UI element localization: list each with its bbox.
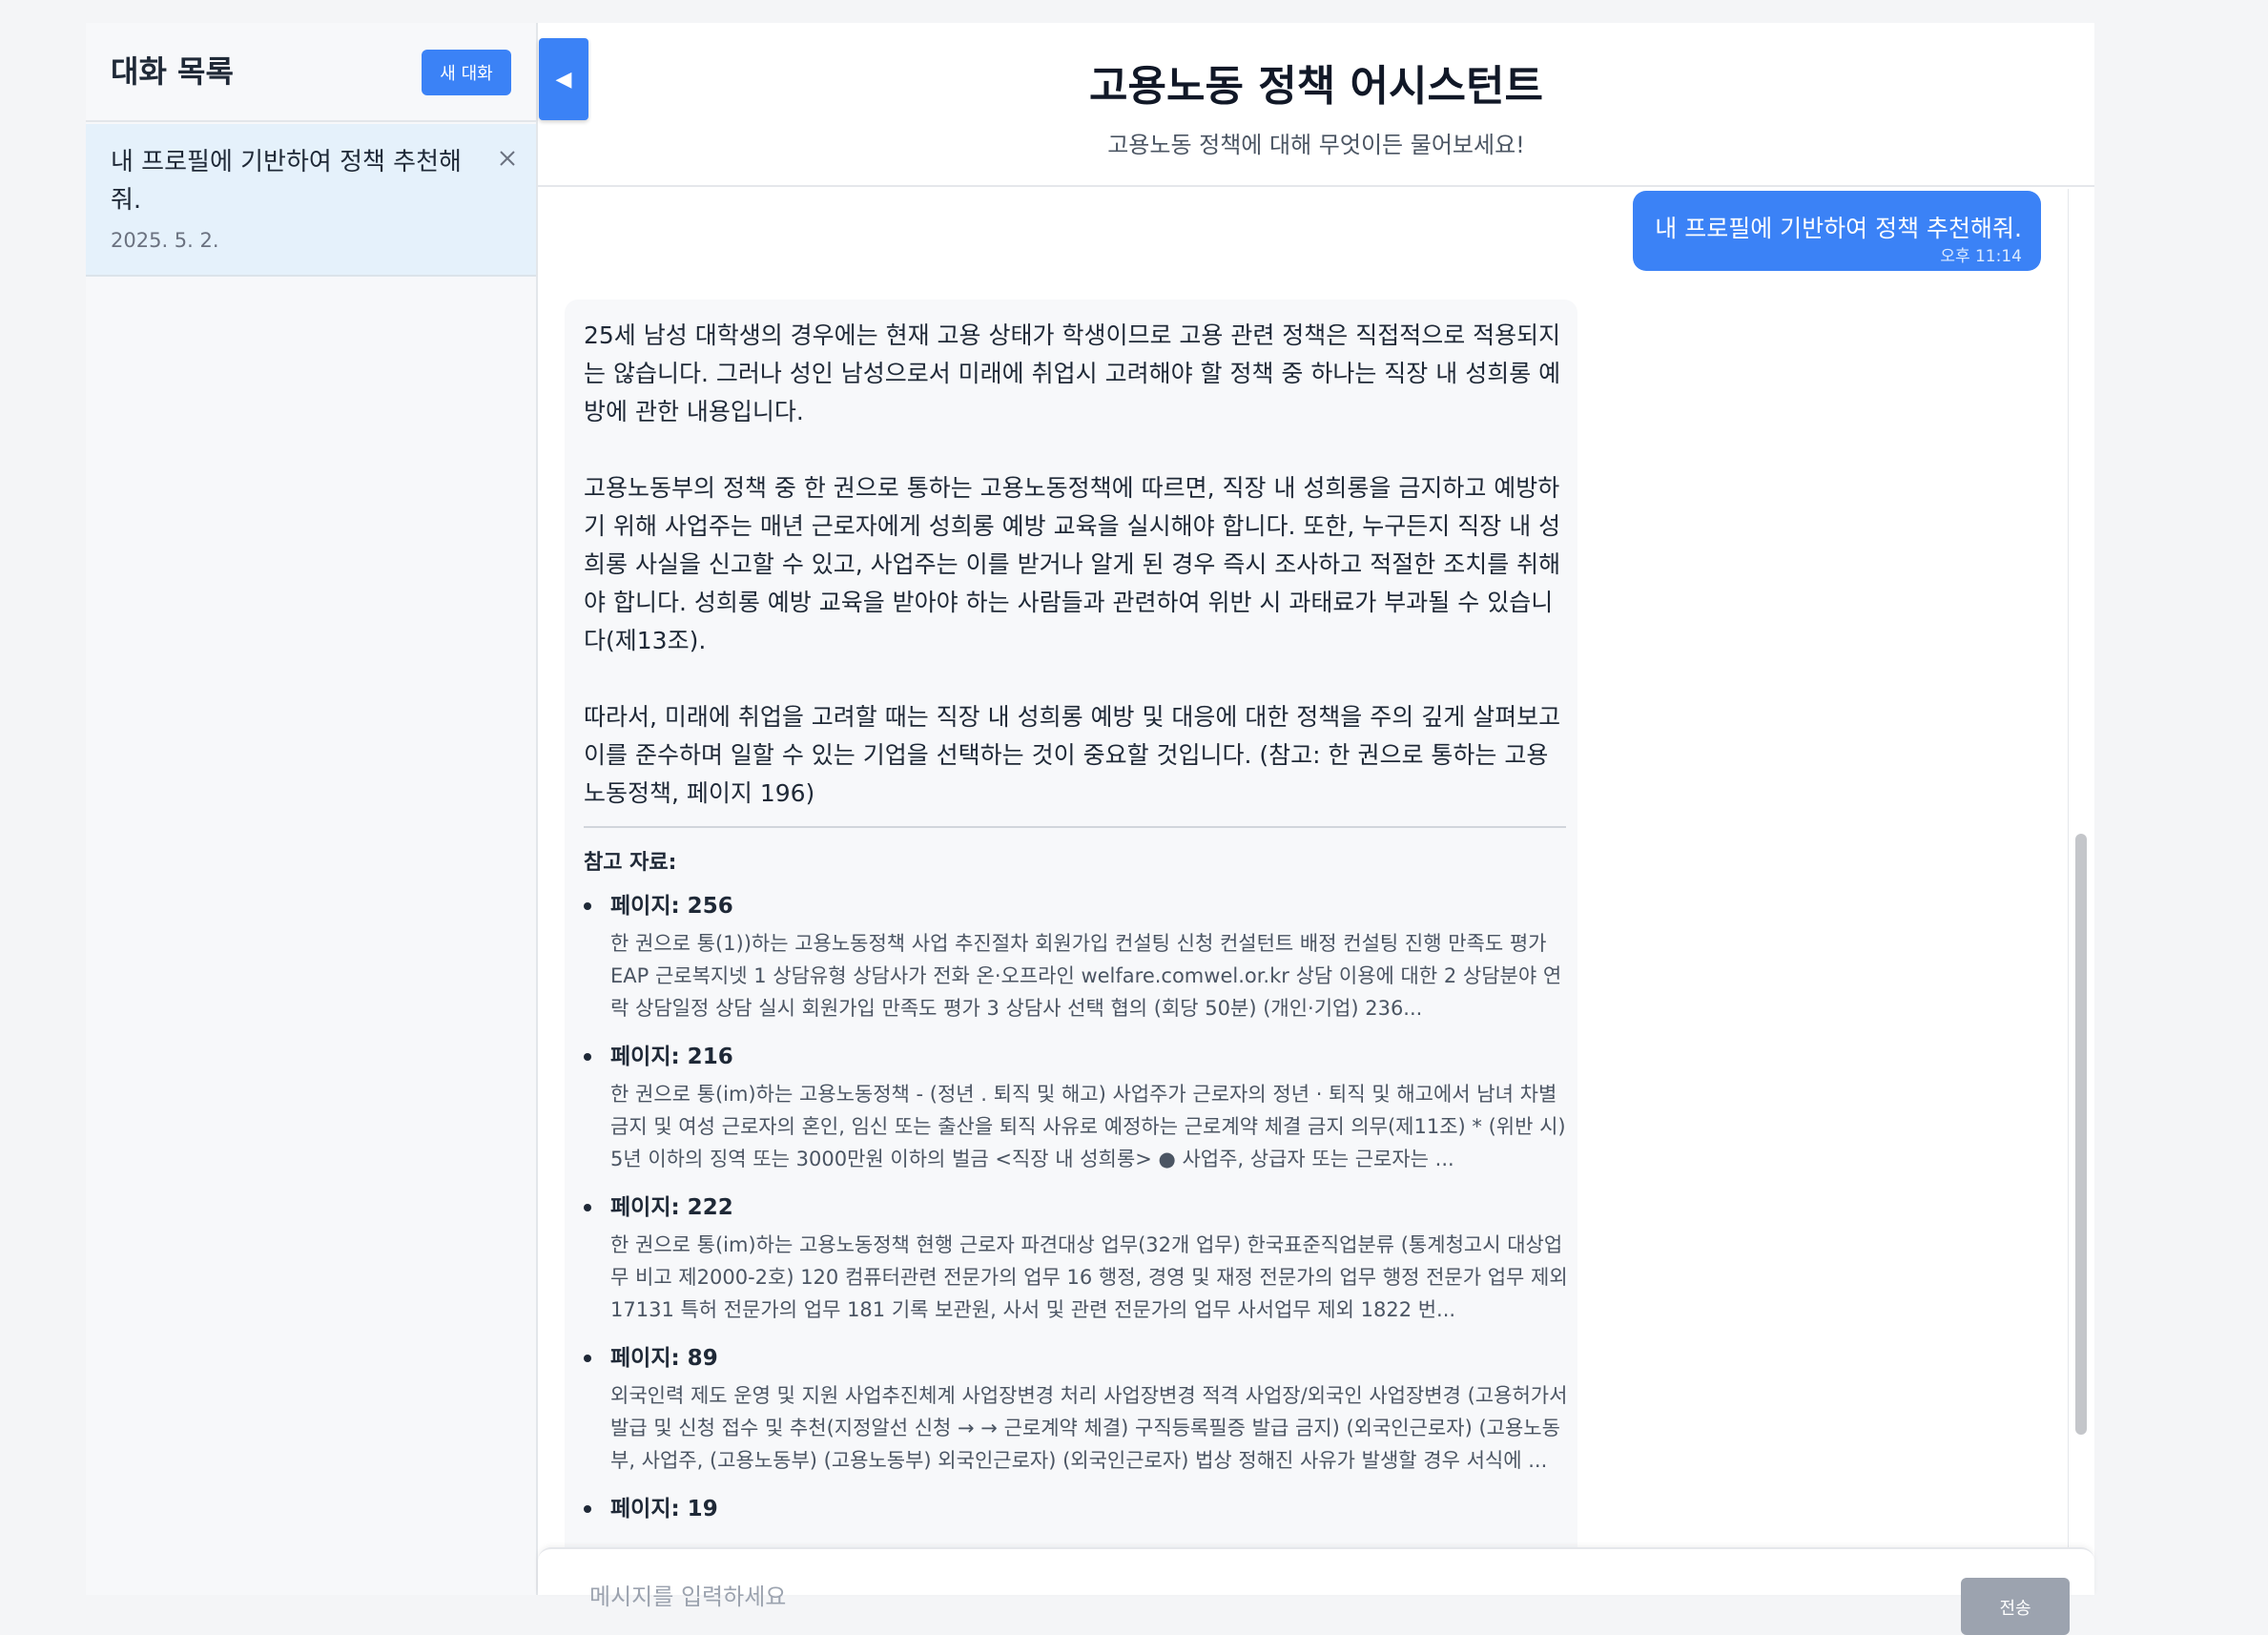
references-list: 페이지: 256 한 권으로 통(1))하는 고용노동정책 사업 추진절차 회원… xyxy=(584,889,1576,1542)
message-composer: 전송 xyxy=(538,1547,2094,1635)
page-title: 고용노동 정책 어시스턴트 xyxy=(1089,62,1543,111)
sidebar-header: 대화 목록 새 대화 xyxy=(86,23,536,122)
reference-item: 페이지: 19 xyxy=(584,1492,1576,1526)
reference-excerpt: 한 권으로 통(im)하는 고용노동정책 - (정년 . 퇴직 및 해고) 사업… xyxy=(610,1083,1566,1170)
reference-page: 페이지: 222 xyxy=(610,1195,733,1220)
close-icon[interactable] xyxy=(496,147,519,170)
bullet-icon xyxy=(584,1355,591,1362)
conversation-title: 내 프로필에 기반하여 정책 추천해줘. xyxy=(111,148,462,215)
assistant-paragraph: 25세 남성 대학생의 경우에는 현재 고용 상태가 학생이므로 고용 관련 정… xyxy=(584,321,1561,425)
reference-page: 페이지: 19 xyxy=(610,1497,718,1521)
reference-page: 페이지: 89 xyxy=(610,1346,718,1371)
chevron-left-icon: ◀ xyxy=(555,67,572,92)
references-heading: 참고 자료: xyxy=(584,851,677,875)
reference-item: 페이지: 216 한 권으로 통(im)하는 고용노동정책 - (정년 . 퇴직… xyxy=(584,1040,1576,1175)
chat-main: 고용노동 정책 어시스턴트 고용노동 정책에 대해 무엇이든 물어보세요! 내 … xyxy=(538,23,2094,1635)
toggle-sidebar-button[interactable]: ◀ xyxy=(539,38,588,120)
message-input[interactable] xyxy=(588,1578,1923,1616)
user-message: 내 프로필에 기반하여 정책 추천해줘. 오후 11:14 xyxy=(1633,191,2041,271)
user-message-text: 내 프로필에 기반하여 정책 추천해줘. xyxy=(1655,215,2022,242)
page-subtitle: 고용노동 정책에 대해 무엇이든 물어보세요! xyxy=(1107,132,1525,158)
assistant-message-text: 25세 남성 대학생의 경우에는 현재 고용 상태가 학생이므로 고용 관련 정… xyxy=(584,317,1566,851)
user-message-time: 오후 11:14 xyxy=(1940,247,2022,266)
send-button[interactable]: 전송 xyxy=(1961,1578,2070,1635)
conversation-item[interactable]: 내 프로필에 기반하여 정책 추천해줘. 2025. 5. 2. xyxy=(86,124,536,277)
reference-excerpt: 외국인력 제도 운영 및 지원 사업추진체계 사업장변경 처리 사업장변경 적격… xyxy=(610,1384,1568,1472)
message-list[interactable]: 내 프로필에 기반하여 정책 추천해줘. 오후 11:14 25세 남성 대학생… xyxy=(538,189,2094,1547)
new-chat-button[interactable]: 새 대화 xyxy=(422,50,511,95)
assistant-paragraph: 따라서, 미래에 취업을 고려할 때는 직장 내 성희롱 예방 및 대응에 대한… xyxy=(584,703,1561,807)
reference-excerpt: 한 권으로 통(im)하는 고용노동정책 현행 근로자 파견대상 업무(32개 … xyxy=(610,1233,1568,1321)
bullet-icon xyxy=(584,1053,591,1061)
reference-item: 페이지: 89 외국인력 제도 운영 및 지원 사업추진체계 사업장변경 처리 … xyxy=(584,1341,1576,1477)
reference-item: 페이지: 222 한 권으로 통(im)하는 고용노동정책 현행 근로자 파견대… xyxy=(584,1190,1576,1326)
reference-excerpt: 한 권으로 통(1))하는 고용노동정책 사업 추진절차 회원가입 컨설팅 신청… xyxy=(610,932,1562,1020)
reference-page: 페이지: 256 xyxy=(610,894,733,919)
chat-scrollbar[interactable] xyxy=(2068,189,2091,1547)
references-divider xyxy=(584,826,1566,828)
bullet-icon xyxy=(584,1204,591,1211)
reference-item: 페이지: 256 한 권으로 통(1))하는 고용노동정책 사업 추진절차 회원… xyxy=(584,889,1576,1024)
chat-header: 고용노동 정책 어시스턴트 고용노동 정책에 대해 무엇이든 물어보세요! xyxy=(538,23,2094,187)
bullet-icon xyxy=(584,902,591,910)
bullet-icon xyxy=(584,1505,591,1513)
conversation-sidebar: 대화 목록 새 대화 내 프로필에 기반하여 정책 추천해줘. 2025. 5.… xyxy=(86,23,538,1595)
reference-page: 페이지: 216 xyxy=(610,1045,733,1069)
assistant-paragraph: 고용노동부의 정책 중 한 권으로 통하는 고용노동정책에 따르면, 직장 내 … xyxy=(584,474,1561,654)
sidebar-title: 대화 목록 xyxy=(111,53,234,90)
assistant-message: 25세 남성 대학생의 경우에는 현재 고용 상태가 학생이므로 고용 관련 정… xyxy=(565,300,1577,1547)
scrollbar-thumb[interactable] xyxy=(2075,834,2087,1435)
conversation-date: 2025. 5. 2. xyxy=(111,229,219,252)
